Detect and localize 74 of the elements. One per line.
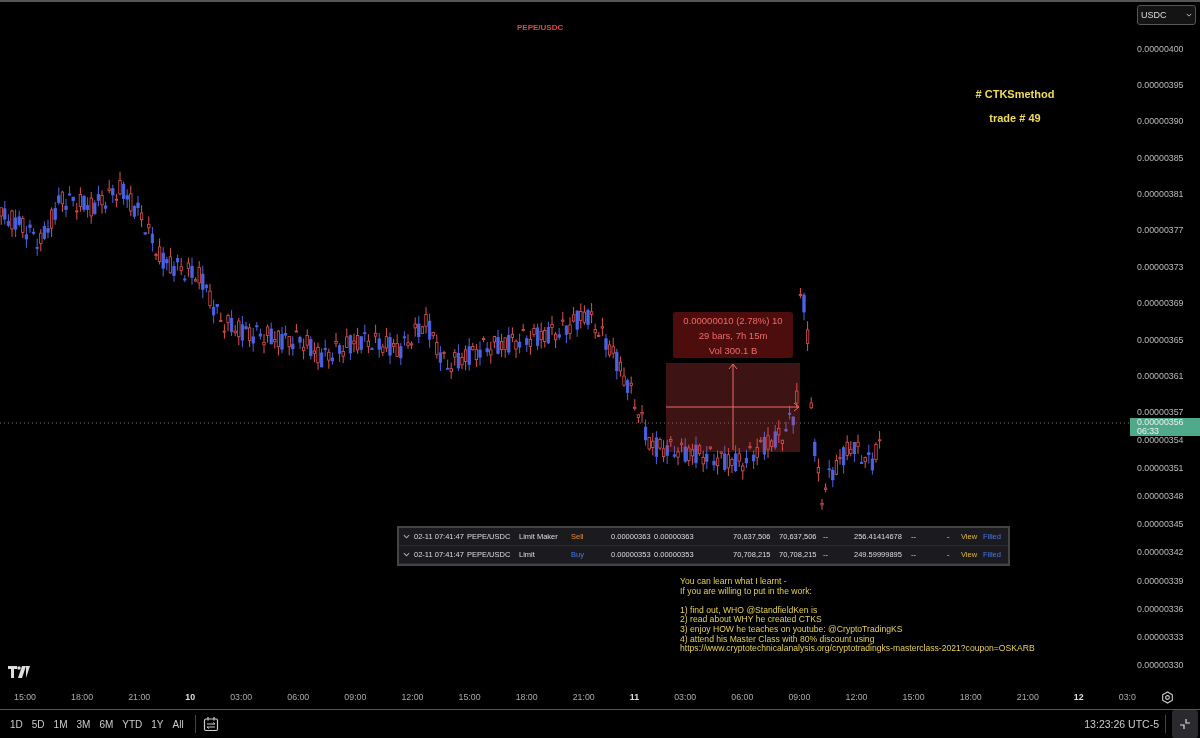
- time-label: 06:00: [731, 692, 754, 702]
- range-button[interactable]: YTD: [118, 716, 147, 732]
- price-label: 0.00000330: [1137, 660, 1185, 670]
- price-label: 0.00000381: [1137, 190, 1185, 200]
- time-label: 18:00: [515, 692, 538, 702]
- price-label: 0.00000395: [1137, 80, 1185, 90]
- price-label: 0.00000390: [1137, 117, 1185, 127]
- time-label: 03:00: [674, 692, 697, 702]
- symbol-title: PEPE/USDC: [517, 23, 564, 32]
- price-label: 0.00000377: [1137, 226, 1185, 236]
- chevron-icon[interactable]: [403, 534, 410, 539]
- price-label: 0.00000365: [1137, 335, 1185, 345]
- range-button[interactable]: 6M: [95, 716, 118, 732]
- time-label: 18:00: [71, 692, 94, 702]
- price-label: 0.00000351: [1137, 464, 1185, 474]
- price-label: 0.00000336: [1137, 604, 1185, 614]
- chevron-icon[interactable]: [403, 552, 410, 557]
- annotation-text: # CTKSmethod: [975, 88, 1055, 100]
- note-text: https://www.cryptotechnicalanalysis.org/cryptotradingks-masterclass-2021?coupon=OSKARB: [680, 644, 1035, 654]
- time-label: 03:00: [230, 692, 253, 702]
- clock-text: 13:23:26 UTC-5: [1084, 718, 1159, 730]
- time-label: 21:00: [572, 692, 595, 702]
- time-label: 12:00: [401, 692, 424, 702]
- logo-icon: [8, 666, 30, 678]
- time-label: 21:00: [128, 692, 151, 702]
- range-button[interactable]: 1M: [49, 716, 72, 732]
- time-label: 12: [1073, 692, 1084, 702]
- currency-select[interactable]: USDC: [1137, 5, 1196, 25]
- note-text: You can learn what I learnt -: [680, 577, 788, 587]
- time-label: 18:00: [959, 692, 982, 702]
- measure-text: Vol 300.1 B: [708, 344, 758, 356]
- time-label: 10: [185, 692, 196, 702]
- countdown-text: 06:33: [1137, 427, 1160, 436]
- settings-icon[interactable]: [1161, 690, 1174, 704]
- price-label: 0.00000369: [1137, 299, 1185, 309]
- annotation-text: trade # 49: [989, 112, 1041, 124]
- calendar-icon[interactable]: [202, 716, 219, 732]
- last-price-text: 0.00000356: [1137, 418, 1185, 427]
- note-text: 2) read about WHY he created CTKS: [680, 615, 822, 625]
- note-text: If you are willing to put in the work:: [680, 586, 813, 597]
- range-button[interactable]: 1D: [6, 716, 27, 732]
- note-text: 3) enjoy HOW he teaches on youtube: @CryptoTradingKS: [680, 624, 904, 635]
- time-label: 21:00: [1016, 692, 1039, 702]
- time-label: 15:00: [14, 692, 36, 702]
- note-text: 4) attend his Master Class with 80% discount using: [680, 634, 875, 645]
- range-button[interactable]: All: [168, 716, 188, 732]
- measure-text: 29 bars, 7h 15m: [698, 329, 768, 341]
- time-label: 09:00: [344, 692, 367, 702]
- range-button[interactable]: 3M: [72, 716, 95, 732]
- price-label: 0.00000333: [1137, 632, 1185, 642]
- collapse-icon: [1179, 718, 1191, 730]
- time-label: 15:00: [458, 692, 481, 702]
- price-label: 0.00000354: [1137, 436, 1185, 446]
- price-label: 0.00000361: [1137, 372, 1185, 381]
- price-label: 0.00000400: [1137, 44, 1185, 54]
- price-label: 0.00000342: [1137, 548, 1185, 558]
- price-label: 0.00000348: [1137, 492, 1185, 502]
- price-label: 0.00000385: [1137, 153, 1185, 163]
- time-label: 11: [629, 692, 640, 702]
- range-button[interactable]: 1Y: [147, 716, 168, 732]
- range-button[interactable]: 5D: [27, 716, 49, 732]
- price-label: 0.00000339: [1137, 576, 1185, 586]
- price-label: 0.00000345: [1137, 520, 1185, 530]
- time-label: 09:00: [788, 692, 811, 702]
- time-label: 06:00: [287, 692, 310, 702]
- time-label: 15:00: [902, 692, 925, 702]
- chevron-icon: [1186, 13, 1192, 17]
- measure-text: 0.00000010 (2.78%) 10: [683, 314, 783, 326]
- price-label: 0.00000357: [1137, 408, 1185, 417]
- time-label: 03:0: [1118, 692, 1136, 702]
- collapse-button[interactable]: [1172, 710, 1198, 738]
- note-text: 1) find out, WHO @StandfieldKen is: [680, 605, 819, 616]
- time-label: 12:00: [845, 692, 868, 702]
- price-label: 0.00000373: [1137, 262, 1185, 272]
